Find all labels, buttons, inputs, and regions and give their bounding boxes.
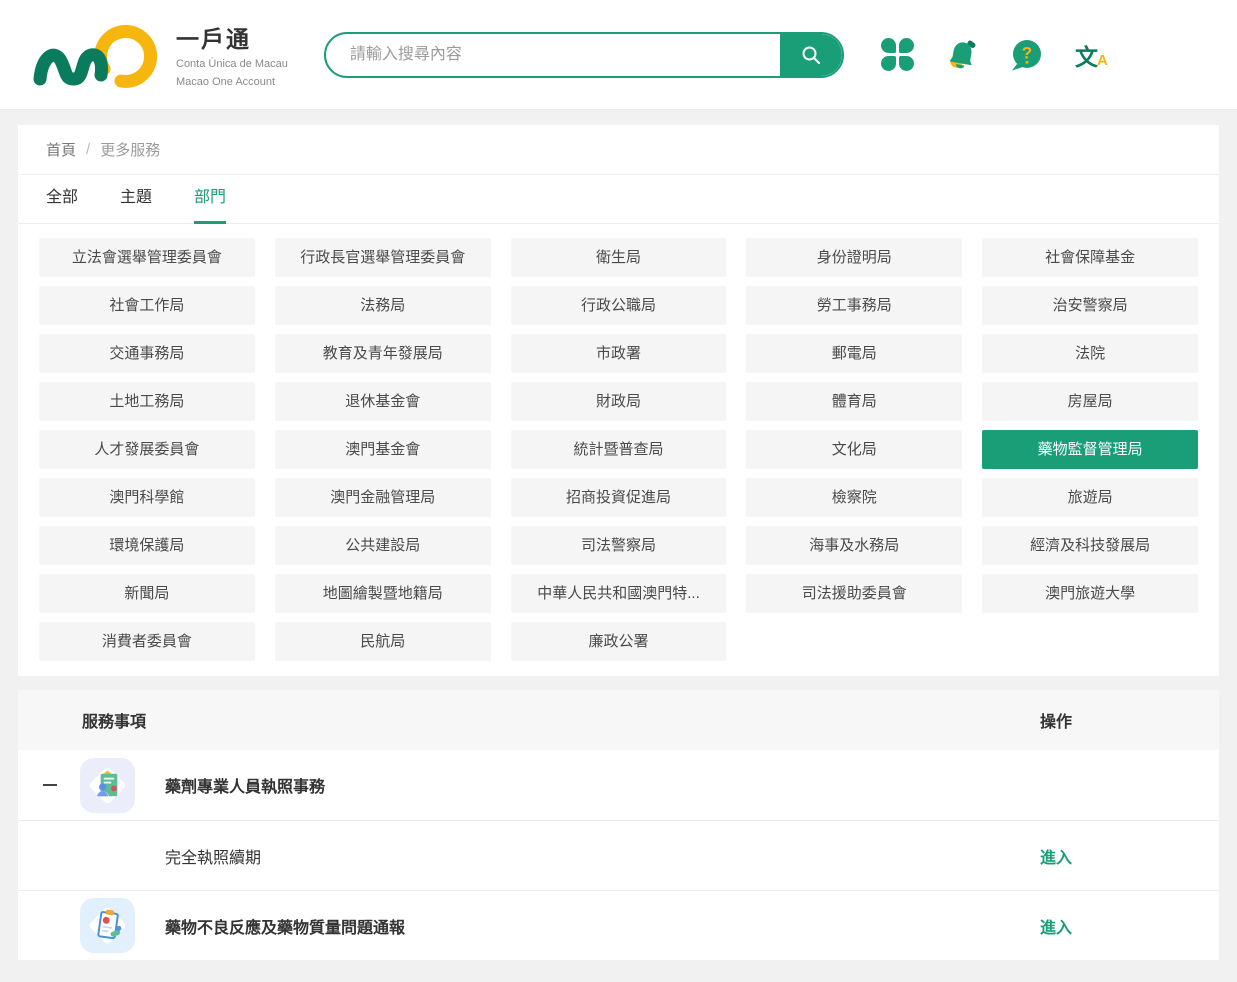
department-button[interactable]: 行政公職局	[511, 286, 727, 325]
department-button[interactable]: 文化局	[746, 430, 962, 469]
department-button[interactable]: 治安警察局	[982, 286, 1198, 325]
search-input[interactable]	[326, 34, 780, 76]
logo[interactable]: 一戶通 Conta Única de Macau Macao One Accou…	[30, 18, 288, 92]
department-button[interactable]: 房屋局	[982, 382, 1198, 421]
services-table: 服務事項 操作 藥劑專業人員執照事務 完全執照續期	[18, 690, 1219, 960]
language-zh-glyph: 文	[1075, 38, 1098, 72]
department-button[interactable]: 消費者委員會	[39, 622, 255, 661]
minus-icon	[43, 784, 57, 786]
department-button[interactable]: 交通事務局	[39, 334, 255, 373]
department-button[interactable]: 民航局	[275, 622, 491, 661]
department-button[interactable]: 旅遊局	[982, 478, 1198, 517]
breadcrumb-separator: /	[86, 141, 90, 158]
department-button[interactable]: 環境保護局	[39, 526, 255, 565]
department-button[interactable]: 澳門基金會	[275, 430, 491, 469]
service-group-title: 藥劑專業人員執照事務	[165, 773, 325, 797]
breadcrumb-home[interactable]: 首頁	[46, 139, 76, 160]
tabs: 全部 主題 部門	[18, 175, 1219, 224]
adverse-reaction-report-icon	[80, 898, 135, 953]
department-button[interactable]: 地圖繪製暨地籍局	[275, 574, 491, 613]
column-header-action: 操作	[1040, 708, 1219, 732]
department-button[interactable]: 司法援助委員會	[746, 574, 962, 613]
search-bar	[324, 32, 844, 78]
service-item-title: 藥物不良反應及藥物質量問題通報	[165, 914, 405, 938]
search-icon	[799, 43, 823, 67]
tab-department[interactable]: 部門	[194, 183, 226, 224]
service-group-row: 藥劑專業人員執照事務	[18, 750, 1219, 820]
department-button[interactable]: 勞工事務局	[746, 286, 962, 325]
department-button[interactable]: 教育及青年發展局	[275, 334, 491, 373]
collapse-toggle[interactable]	[43, 784, 80, 786]
department-button[interactable]: 司法警察局	[511, 526, 727, 565]
language-latin-glyph: A	[1097, 52, 1108, 69]
enter-link[interactable]: 進入	[1040, 850, 1072, 867]
department-button[interactable]: 新聞局	[39, 574, 255, 613]
header: 一戶通 Conta Única de Macau Macao One Accou…	[0, 0, 1237, 110]
department-button[interactable]: 財政局	[511, 382, 727, 421]
header-actions: ? 文A	[880, 37, 1112, 73]
logo-title: 一戶通	[176, 20, 288, 54]
logo-subtitle-en: Macao One Account	[176, 75, 288, 90]
department-button[interactable]: 社會工作局	[39, 286, 255, 325]
department-button[interactable]: 人才發展委員會	[39, 430, 255, 469]
department-button[interactable]: 中華人民共和國澳門特...	[511, 574, 727, 613]
department-button[interactable]: 招商投資促進局	[511, 478, 727, 517]
department-button[interactable]: 統計暨普查局	[511, 430, 727, 469]
department-button[interactable]: 海事及水務局	[746, 526, 962, 565]
department-button[interactable]: 市政署	[511, 334, 727, 373]
column-header-name: 服務事項	[82, 708, 1040, 732]
department-button[interactable]: 退休基金會	[275, 382, 491, 421]
department-button[interactable]: 澳門金融管理局	[275, 478, 491, 517]
service-sub-title: 完全執照續期	[165, 844, 261, 868]
service-item-row: 藥物不良反應及藥物質量問題通報 進入	[18, 890, 1219, 960]
department-button[interactable]: 公共建設局	[275, 526, 491, 565]
department-button[interactable]: 澳門科學館	[39, 478, 255, 517]
department-button[interactable]: 經濟及科技發展局	[982, 526, 1198, 565]
mo-logo-mark	[30, 18, 162, 92]
department-button[interactable]: 郵電局	[746, 334, 962, 373]
department-button[interactable]: 立法會選舉管理委員會	[39, 238, 255, 277]
help-icon[interactable]: ?	[1008, 37, 1044, 73]
language-icon[interactable]: 文A	[1072, 37, 1112, 73]
department-button[interactable]: 行政長官選舉管理委員會	[275, 238, 491, 277]
tab-all[interactable]: 全部	[46, 183, 78, 224]
department-button[interactable]: 社會保障基金	[982, 238, 1198, 277]
services-table-header: 服務事項 操作	[18, 690, 1219, 750]
department-button[interactable]: 澳門旅遊大學	[982, 574, 1198, 613]
department-button[interactable]: 藥物監督管理局	[982, 430, 1198, 469]
breadcrumb-current: 更多服務	[100, 139, 160, 160]
enter-link[interactable]: 進入	[1040, 920, 1072, 937]
departments-panel: 首頁 / 更多服務 全部 主題 部門 立法會選舉管理委員會行政長官選舉管理委員會…	[18, 125, 1219, 676]
department-button[interactable]: 檢察院	[746, 478, 962, 517]
logo-subtitle-pt: Conta Única de Macau	[176, 57, 288, 72]
service-sub-row: 完全執照續期 進入	[18, 820, 1219, 890]
department-grid: 立法會選舉管理委員會行政長官選舉管理委員會衛生局身份證明局社會保障基金社會工作局…	[18, 224, 1219, 676]
svg-text:?: ?	[1022, 43, 1032, 62]
breadcrumb: 首頁 / 更多服務	[18, 125, 1219, 175]
tab-topic[interactable]: 主題	[120, 183, 152, 224]
department-button[interactable]: 法務局	[275, 286, 491, 325]
pharmacist-licence-icon	[80, 758, 135, 813]
department-button[interactable]: 法院	[982, 334, 1198, 373]
department-button[interactable]: 衛生局	[511, 238, 727, 277]
department-button[interactable]: 身份證明局	[746, 238, 962, 277]
department-button[interactable]: 廉政公署	[511, 622, 727, 661]
department-button[interactable]: 體育局	[746, 382, 962, 421]
apps-grid-icon[interactable]	[880, 37, 916, 73]
search-button[interactable]	[780, 34, 842, 76]
notification-bell-icon[interactable]	[944, 37, 980, 73]
department-button[interactable]: 土地工務局	[39, 382, 255, 421]
